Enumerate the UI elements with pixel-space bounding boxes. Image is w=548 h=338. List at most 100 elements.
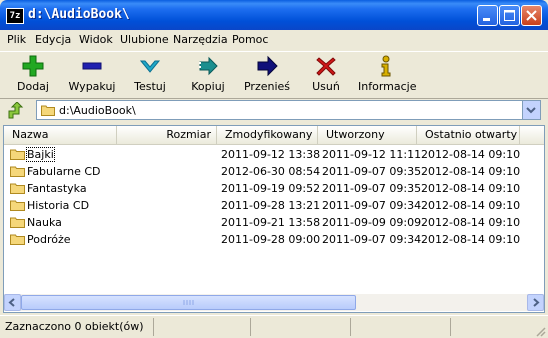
delete-x-icon [316, 57, 336, 76]
delete-button[interactable]: Usuń [308, 54, 344, 96]
row-modified: 2011-09-21 13:58 [221, 216, 321, 229]
menu-edit[interactable]: Edycja [35, 33, 71, 46]
add-button[interactable]: Dodaj [8, 54, 58, 96]
menu-favorites[interactable]: Ulubione [120, 33, 169, 46]
window-title: d:\AudioBook\ [28, 7, 130, 22]
table-row[interactable]: Historia CD 2011-09-28 13:21 2011-09-07 … [4, 197, 544, 214]
row-created: 2011-09-09 09:09 [322, 216, 422, 229]
extract-label: Wypakuj [68, 80, 116, 93]
column-modified[interactable]: Zmodyfikowany [217, 126, 318, 144]
extract-button[interactable]: Wypakuj [66, 54, 118, 96]
column-created[interactable]: Utworzony [318, 126, 417, 144]
row-created: 2011-09-07 09:34 [322, 199, 422, 212]
status-divider [153, 318, 154, 336]
toolbar: Dodaj Wypakuj Testuj Kopiuj Przenieś Usu… [0, 51, 548, 99]
folder-icon [10, 217, 25, 228]
scroll-left-button[interactable] [4, 294, 21, 311]
column-accessed[interactable]: Ostatnio otwarty [417, 126, 520, 144]
move-arrow-icon [257, 55, 278, 77]
row-accessed: 2012-08-14 09:10 [421, 199, 521, 212]
chevron-right-icon [533, 298, 540, 307]
row-created: 2011-09-07 09:34 [322, 233, 422, 246]
minus-icon [82, 62, 102, 70]
chevron-down-icon [526, 107, 536, 114]
row-name: Fantastyka [27, 182, 87, 195]
copy-label: Kopiuj [191, 80, 225, 93]
close-button[interactable] [521, 5, 542, 26]
address-bar: d:\AudioBook\ [0, 98, 548, 124]
maximize-button[interactable] [499, 5, 520, 26]
status-divider [350, 318, 351, 336]
test-label: Testuj [134, 80, 166, 93]
table-row[interactable]: Podróże 2011-09-28 09:00 2011-09-07 09:3… [4, 231, 544, 248]
folder-icon [10, 234, 25, 245]
minimize-button[interactable] [477, 5, 498, 26]
menu-tools[interactable]: Narzędzia [173, 33, 228, 46]
scroll-right-button[interactable] [527, 294, 544, 311]
row-accessed: 2012-08-14 09:10 [421, 148, 521, 161]
column-size[interactable]: Rozmiar [117, 126, 217, 144]
info-button[interactable]: Informacje [358, 54, 417, 96]
row-name: Podróże [27, 233, 71, 246]
info-label: Informacje [358, 80, 417, 93]
column-header-row: Nazwa Rozmiar Zmodyfikowany Utworzony Os… [4, 126, 544, 145]
move-button[interactable]: Przenieś [243, 54, 291, 96]
file-list[interactable]: Nazwa Rozmiar Zmodyfikowany Utworzony Os… [3, 125, 545, 313]
copy-button[interactable]: Kopiuj [188, 54, 228, 96]
add-label: Dodaj [17, 80, 49, 93]
info-icon [381, 55, 391, 77]
status-divider [250, 318, 251, 336]
menu-bar: Plik Edycja Widok Ulubione Narzędzia Pom… [0, 30, 548, 50]
table-row[interactable]: Fantastyka 2011-09-19 09:52 2011-09-07 0… [4, 180, 544, 197]
folder-up-icon[interactable] [6, 102, 24, 120]
table-row[interactable]: Nauka 2011-09-21 13:58 2011-09-09 09:09 … [4, 214, 544, 231]
move-label: Przenieś [243, 80, 291, 93]
title-bar[interactable]: 7z d:\AudioBook\ [0, 0, 548, 30]
row-name: Historia CD [27, 199, 90, 212]
folder-icon [10, 200, 25, 211]
maximize-icon [504, 10, 515, 21]
app-icon: 7z [6, 8, 24, 24]
column-name[interactable]: Nazwa [4, 126, 117, 144]
row-name: Fabularne CD [27, 165, 101, 178]
grip-icon [183, 300, 194, 305]
row-accessed: 2012-08-14 09:10 [421, 216, 521, 229]
plus-icon [22, 55, 44, 77]
folder-icon [41, 105, 55, 116]
chevron-left-icon [8, 298, 15, 307]
row-modified: 2011-09-28 09:00 [221, 233, 321, 246]
menu-help[interactable]: Pomoc [232, 33, 268, 46]
scroll-thumb[interactable] [21, 295, 356, 310]
row-accessed: 2012-08-14 09:10 [421, 233, 521, 246]
row-accessed: 2012-08-14 09:10 [421, 182, 521, 195]
folder-icon [10, 183, 25, 194]
minimize-icon [483, 18, 490, 21]
menu-view[interactable]: Widok [79, 33, 113, 46]
row-modified: 2011-09-19 09:52 [221, 182, 321, 195]
horizontal-scrollbar[interactable] [4, 294, 544, 311]
row-created: 2011-09-12 11:11 [322, 148, 422, 161]
table-row[interactable]: Bajki 2011-09-12 13:38 2011-09-12 11:11 … [4, 146, 544, 163]
address-dropdown-button[interactable] [522, 101, 540, 119]
address-path: d:\AudioBook\ [59, 104, 136, 117]
folder-icon [10, 149, 25, 160]
row-modified: 2011-09-28 13:21 [221, 199, 321, 212]
test-button[interactable]: Testuj [130, 54, 170, 96]
row-name: Bajki [26, 147, 55, 162]
menu-file[interactable]: Plik [7, 33, 26, 46]
table-row[interactable]: Fabularne CD 2012-06-30 08:54 2011-09-07… [4, 163, 544, 180]
close-icon [526, 10, 537, 21]
address-field[interactable]: d:\AudioBook\ [36, 100, 541, 120]
folder-icon [10, 166, 25, 177]
row-accessed: 2012-08-14 09:10 [421, 165, 521, 178]
resize-grip-icon[interactable] [534, 325, 546, 337]
row-modified: 2012-06-30 08:54 [221, 165, 321, 178]
row-modified: 2011-09-12 13:38 [221, 148, 321, 161]
status-selection-text: Zaznaczono 0 obiekt(ów) [5, 320, 144, 333]
row-created: 2011-09-07 09:35 [322, 165, 422, 178]
check-icon [139, 60, 161, 73]
row-created: 2011-09-07 09:35 [322, 182, 422, 195]
row-name: Nauka [27, 216, 62, 229]
copy-arrow-icon [199, 56, 218, 76]
status-divider [450, 318, 451, 336]
